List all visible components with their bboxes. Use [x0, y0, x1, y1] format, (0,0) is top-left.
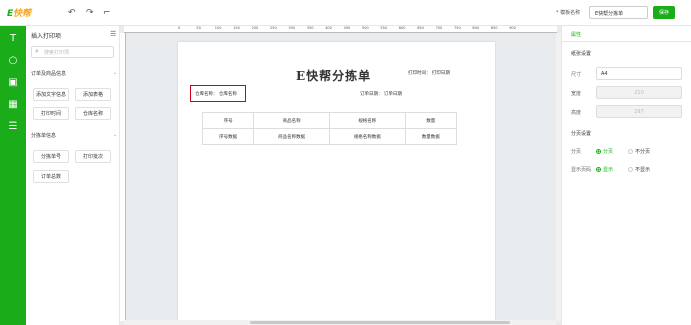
ruler-tick: 0 [178, 26, 181, 30]
top-bar: E快帮 ↶ ↷ ⌐ * 模板名称 E快帮分拣单 保存 [0, 0, 691, 26]
list-icon[interactable]: ☰ [0, 116, 26, 138]
ruler-tick: 100 [214, 26, 222, 30]
show-page-label: 显示页码 [571, 167, 592, 173]
redo-icon[interactable]: ↷ [86, 8, 94, 18]
app-logo: E快帮 [7, 9, 32, 19]
chevron-down-icon[interactable]: ⌄ [113, 132, 117, 138]
print-time-field[interactable]: 打印时间： 打印日期 [408, 70, 450, 76]
table-header: 商品名称 [253, 112, 330, 129]
save-button[interactable]: 保存 [653, 6, 675, 19]
menu-icon[interactable]: ☰ [110, 30, 116, 38]
print-batch-button[interactable]: 打印批次 [75, 150, 111, 163]
width-label: 宽度 [571, 91, 582, 97]
ruler-tick: 900 [509, 26, 516, 30]
ruler-vertical [120, 33, 126, 321]
ruler-tick: 650 [417, 26, 424, 30]
height-input[interactable]: 297 [596, 105, 682, 118]
table-header: 序号 [201, 112, 255, 129]
paging-settings-heading: 分页设置 [571, 131, 592, 137]
ruler-tick: 350 [306, 26, 314, 30]
ruler-tick: 600 [398, 26, 406, 30]
image-icon[interactable]: ▣ [0, 72, 26, 94]
paging-label: 分页 [571, 149, 582, 155]
size-select[interactable]: A4 [596, 67, 682, 80]
document-title[interactable]: E快帮分拣单 [296, 67, 371, 84]
ruler-tick: 300 [288, 26, 296, 30]
ruler-tick: 250 [270, 26, 277, 30]
ruler-tick: 150 [233, 26, 240, 30]
ruler-tick: 550 [380, 26, 388, 30]
tab-properties[interactable]: 属性 [562, 26, 691, 42]
paging-off-radio[interactable]: 不分页 [628, 148, 650, 155]
circle-icon[interactable]: ○ [0, 50, 26, 72]
table-header: 规格名称 [328, 112, 406, 129]
print-time-button[interactable]: 打印时间 [33, 107, 69, 120]
search-input[interactable]: 搜索打印项 [31, 46, 114, 58]
ruler-tick: 450 [343, 26, 351, 30]
size-label: 尺寸 [571, 72, 582, 78]
height-label: 高度 [571, 110, 582, 116]
scroll-thumb[interactable] [250, 321, 510, 324]
undo-icon[interactable]: ↶ [68, 8, 76, 18]
chevron-down-icon[interactable]: ⌄ [113, 70, 117, 76]
table-cell: 数量数据 [404, 128, 458, 145]
clear-icon[interactable]: ⌐ [103, 8, 111, 18]
properties-panel: 属性 纸张设置 尺寸 A4 宽度 210 高度 297 分页设置 分页 分页 不… [561, 26, 691, 325]
panel-title: 插入打印项 [31, 33, 62, 40]
paging-on-radio[interactable]: 分页 [596, 148, 613, 155]
horizontal-scrollbar[interactable] [124, 320, 556, 325]
show-page-on-radio[interactable]: 显示 [596, 166, 613, 173]
table-cell: 序号数据 [201, 128, 255, 145]
ruler-tick: 50 [196, 26, 201, 30]
design-canvas: 0 50 100 150 200 250 300 350 400 450 500 550 600 650 7… [120, 26, 561, 325]
section-sort-info[interactable]: 分拣单信息 [31, 132, 56, 139]
template-name-label: * 模板名称 [556, 10, 581, 16]
ruler-tick: 750 [454, 26, 461, 30]
ruler-tick: 200 [251, 26, 259, 30]
table-row: 序号数据 商品名称数据 规格名称数据 数量数据 [201, 128, 458, 145]
order-total-button[interactable]: 订单总数 [33, 170, 69, 183]
ruler-horizontal: 0 50 100 150 200 250 300 350 400 450 500 550 600 650 7… [124, 26, 557, 33]
table-cell: 规格名称数据 [328, 128, 406, 145]
add-table-button[interactable]: 添加表格 [75, 88, 111, 101]
paper-settings-heading: 纸张设置 [571, 51, 592, 57]
warehouse-name-button[interactable]: 仓库名称 [75, 107, 111, 120]
text-icon[interactable]: T [0, 28, 26, 50]
table-cell: 商品名称数据 [253, 128, 330, 145]
table-icon[interactable]: ▦ [0, 94, 26, 116]
show-page-off-radio[interactable]: 不显示 [628, 166, 650, 173]
order-date-field[interactable]: 订单日期： 订单日期 [360, 91, 402, 97]
paper: E快帮分拣单 打印时间： 打印日期 仓库名称： 仓库名称 订单日期： 订单日期 … [178, 42, 495, 322]
width-input[interactable]: 210 [596, 86, 682, 99]
items-table[interactable]: 序号 商品名称 规格名称 数量 序号数据 商品名称数据 规格名称数据 数量数据 [201, 112, 458, 145]
ruler-tick: 850 [490, 26, 498, 30]
add-text-button[interactable]: 添加文字信息 [33, 88, 69, 101]
ruler-tick: 400 [325, 26, 332, 30]
table-header: 数量 [404, 112, 458, 129]
sort-number-button[interactable]: 分拣单号 [33, 150, 69, 163]
insert-panel: 插入打印项 ☰ ⌕ 搜索打印项 订单及商品信息 ⌄ 添加文字信息 添加表格 打印… [26, 26, 120, 325]
ruler-tick: 500 [362, 26, 369, 30]
template-name-input[interactable]: E快帮分拣单 [589, 6, 648, 19]
table-header-row: 序号 商品名称 规格名称 数量 [201, 112, 458, 129]
warehouse-field[interactable]: 仓库名称： 仓库名称 [190, 85, 246, 102]
section-order-info[interactable]: 订单及商品信息 [31, 70, 66, 77]
ruler-tick: 800 [472, 26, 480, 30]
tool-rail: T ○ ▣ ▦ ☰ [0, 26, 26, 325]
ruler-tick: 700 [435, 26, 443, 30]
